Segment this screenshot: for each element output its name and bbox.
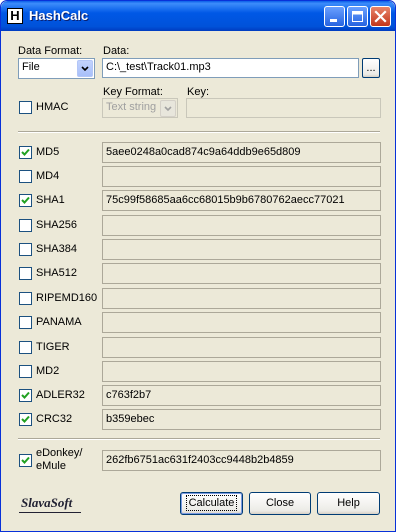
md4-value[interactable] <box>102 166 381 187</box>
data-format-label: Data Format: <box>18 45 83 57</box>
separator-bottom <box>18 438 380 440</box>
window-title: HashCalc <box>29 8 89 23</box>
key-format-label: Key Format: <box>103 86 163 98</box>
sha384-label: SHA384 <box>36 243 77 255</box>
edonkey-label-line1: eDonkey/ <box>36 447 83 459</box>
logo-underline <box>19 512 81 513</box>
close-icon <box>374 10 387 23</box>
sha512-checkbox[interactable] <box>19 267 32 280</box>
md2-value[interactable] <box>102 361 381 382</box>
data-format-select[interactable]: File <box>18 58 95 79</box>
calculate-label: Calculate <box>185 495 238 511</box>
checkmark-icon <box>21 391 30 399</box>
ripemd160-checkbox[interactable] <box>19 292 32 305</box>
md5-value[interactable]: 5aee0248a0cad874c9a64ddb9e65d809 <box>102 142 381 163</box>
key-input[interactable] <box>186 98 381 118</box>
checkmark-icon <box>21 196 30 204</box>
minimize-button[interactable] <box>324 6 345 27</box>
md5-checkbox[interactable] <box>19 146 32 159</box>
help-button[interactable]: Help <box>317 492 380 515</box>
adler32-label: ADLER32 <box>36 389 85 401</box>
md5-label: MD5 <box>36 146 60 158</box>
sha384-value[interactable] <box>102 239 381 260</box>
md4-checkbox[interactable] <box>19 170 32 183</box>
data-format-dropdown-arrow[interactable] <box>77 60 93 77</box>
panama-label: PANAMA <box>36 316 82 328</box>
title-bar[interactable]: H HashCalc <box>1 1 395 31</box>
crc32-checkbox[interactable] <box>19 413 32 426</box>
key-label: Key: <box>187 86 210 98</box>
key-format-select[interactable]: Text string <box>102 98 178 118</box>
panama-value[interactable] <box>102 312 381 333</box>
hmac-checkbox[interactable] <box>19 101 32 114</box>
minimize-icon <box>330 19 337 22</box>
data-label: Data: <box>103 45 130 57</box>
separator-top <box>18 131 380 133</box>
checkmark-icon <box>21 456 30 464</box>
md2-checkbox[interactable] <box>19 365 32 378</box>
sha256-label: SHA256 <box>36 219 77 231</box>
hmac-label: HMAC <box>36 101 69 113</box>
data-format-value: File <box>22 61 40 73</box>
data-input[interactable]: C:\_test\Track01.mp3 <box>102 58 359 78</box>
ripemd160-label: RIPEMD160 <box>36 292 98 304</box>
edonkey-value[interactable]: 262fb6751ac631f2403cc9448b2b4859 <box>102 450 381 471</box>
sha1-value[interactable]: 75c99f58685aa6cc68015b9b6780762aecc77021 <box>102 190 381 211</box>
maximize-icon <box>352 11 363 22</box>
chevron-down-icon <box>164 106 172 112</box>
sha384-checkbox[interactable] <box>19 243 32 256</box>
maximize-button[interactable] <box>347 6 368 27</box>
adler32-checkbox[interactable] <box>19 389 32 402</box>
slavasoft-logo: SlavaSoft <box>21 495 73 510</box>
close-button[interactable]: Close <box>249 492 311 515</box>
tiger-value[interactable] <box>102 337 381 358</box>
sha1-checkbox[interactable] <box>19 194 32 207</box>
sha512-label: SHA512 <box>36 267 77 279</box>
hashcalc-window: H HashCalc Data Format: File Data: C:\_t… <box>0 0 396 532</box>
key-format-value: Text string <box>106 101 157 113</box>
crc32-value[interactable]: b359ebec <box>102 409 381 430</box>
browse-button[interactable]: ... <box>362 58 380 78</box>
sha512-value[interactable] <box>102 263 381 284</box>
adler32-value[interactable]: c763f2b7 <box>102 385 381 406</box>
sha1-label: SHA1 <box>36 194 65 206</box>
ripemd160-value[interactable] <box>102 288 381 309</box>
panama-checkbox[interactable] <box>19 316 32 329</box>
sha256-checkbox[interactable] <box>19 219 32 232</box>
edonkey-label-line2: eMule <box>36 460 66 472</box>
md4-label: MD4 <box>36 170 60 182</box>
calculate-button[interactable]: Calculate <box>180 492 243 515</box>
crc32-label: CRC32 <box>36 413 73 425</box>
checkmark-icon <box>21 415 30 423</box>
edonkey-checkbox[interactable] <box>19 454 32 467</box>
sha256-value[interactable] <box>102 215 381 236</box>
tiger-label: TIGER <box>36 341 70 353</box>
close-window-button[interactable] <box>370 6 391 27</box>
md2-label: MD2 <box>36 365 60 377</box>
checkmark-icon <box>21 148 30 156</box>
app-icon: H <box>7 8 23 24</box>
key-format-dropdown-arrow[interactable] <box>160 100 176 117</box>
tiger-checkbox[interactable] <box>19 341 32 354</box>
chevron-down-icon <box>81 66 89 72</box>
